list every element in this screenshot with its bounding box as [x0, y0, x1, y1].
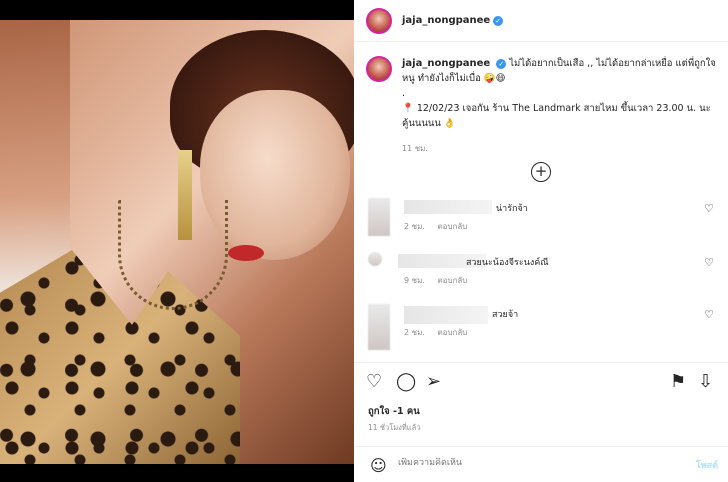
commenter-avatar[interactable] [368, 198, 390, 236]
caption-body: jaja_nongpanee ✓ ไม่ได้อยากเป็นเสือ ,, ไ… [402, 56, 716, 156]
reply-link[interactable]: ตอบกลับ [437, 328, 467, 337]
comment-time: 2 ชม. [404, 222, 425, 231]
commenter-avatar[interactable] [368, 304, 390, 350]
commenter-avatar[interactable] [368, 252, 382, 266]
comment-item: น่ารักจ้า 2 ชม. ตอบกลับ ♡ [368, 198, 718, 238]
photo-necklace [118, 200, 228, 310]
share-icon[interactable]: ➢ [426, 372, 441, 392]
caption-avatar[interactable] [366, 56, 392, 82]
comment-item: สวยจ้า 2 ชม. ตอบกลับ ♡ [368, 304, 718, 350]
comment-text: สวยจ้า [492, 310, 519, 320]
comment-item: สวยนะน้องจีระนงค์ณี 9 ชม. ตอบกลับ ♡ [368, 252, 718, 292]
comment-time: 9 ชม. [404, 276, 425, 285]
comment-heart-icon[interactable]: ♡ [704, 256, 714, 269]
likes-count[interactable]: ถูกใจ -1 คน [368, 404, 420, 419]
comment-meta: 9 ชม. ตอบกลับ [404, 274, 477, 287]
caption-dot: . [402, 88, 406, 99]
author-avatar[interactable] [366, 7, 392, 34]
plus-circle-icon[interactable]: + [531, 162, 551, 182]
comment-input[interactable] [398, 458, 658, 468]
emoji-icon[interactable]: ☺ [370, 456, 387, 475]
bookmark-icon[interactable]: ⚑ [670, 372, 686, 392]
commenter-username-blurred[interactable] [404, 306, 488, 324]
comment-icon[interactable]: ◯ [396, 372, 416, 392]
caption-username[interactable]: jaja_nongpanee [402, 58, 490, 69]
post-comment-button[interactable]: โพสต์ [696, 458, 718, 472]
photo-lips [228, 245, 264, 261]
comment-heart-icon[interactable]: ♡ [704, 202, 714, 215]
heart-icon[interactable]: ♡ [366, 372, 382, 392]
post-timestamp[interactable]: 11 ชั่วโมงที่แล้ว [368, 422, 420, 434]
comment-text: น่ารักจ้า [496, 204, 528, 214]
author-username[interactable]: jaja_nongpanee [402, 15, 490, 26]
verified-badge-icon: ✓ [496, 58, 507, 69]
post-modal: jaja_nongpanee ✓ jaja_nongpanee ✓ ไม่ได้… [0, 0, 728, 482]
caption-text-line2: 📍 12/02/23 เจอกัน ร้าน The Landmark สายไ… [402, 103, 711, 129]
post-side-panel: jaja_nongpanee ✓ jaja_nongpanee ✓ ไม่ได้… [354, 0, 728, 482]
verified-badge-icon: ✓ [493, 15, 504, 26]
post-actions-bar: ♡ ◯ ➢ ⚑ ⇩ [354, 362, 728, 402]
reply-link[interactable]: ตอบกลับ [437, 276, 467, 285]
comment-text: สวยนะน้องจีระนงค์ณี [466, 258, 549, 268]
download-icon[interactable]: ⇩ [698, 372, 713, 392]
comment-meta: 2 ชม. ตอบกลับ [404, 220, 477, 233]
post-caption: jaja_nongpanee ✓ ไม่ได้อยากเป็นเสือ ,, ไ… [354, 42, 728, 156]
caption-time: 11 ชม. [402, 144, 428, 153]
comment-meta: 2 ชม. ตอบกลับ [404, 326, 477, 339]
comment-heart-icon[interactable]: ♡ [704, 308, 714, 321]
post-photo[interactable] [0, 20, 354, 464]
comments-scroll-area[interactable]: jaja_nongpanee ✓ ไม่ได้อยากเป็นเสือ ,, ไ… [354, 42, 728, 362]
comment-composer: ☺ โพสต์ [354, 446, 728, 482]
comment-time: 2 ชม. [404, 328, 425, 337]
commenter-username-blurred[interactable] [404, 200, 492, 214]
reply-link[interactable]: ตอบกลับ [437, 222, 467, 231]
post-header: jaja_nongpanee ✓ [354, 0, 728, 42]
